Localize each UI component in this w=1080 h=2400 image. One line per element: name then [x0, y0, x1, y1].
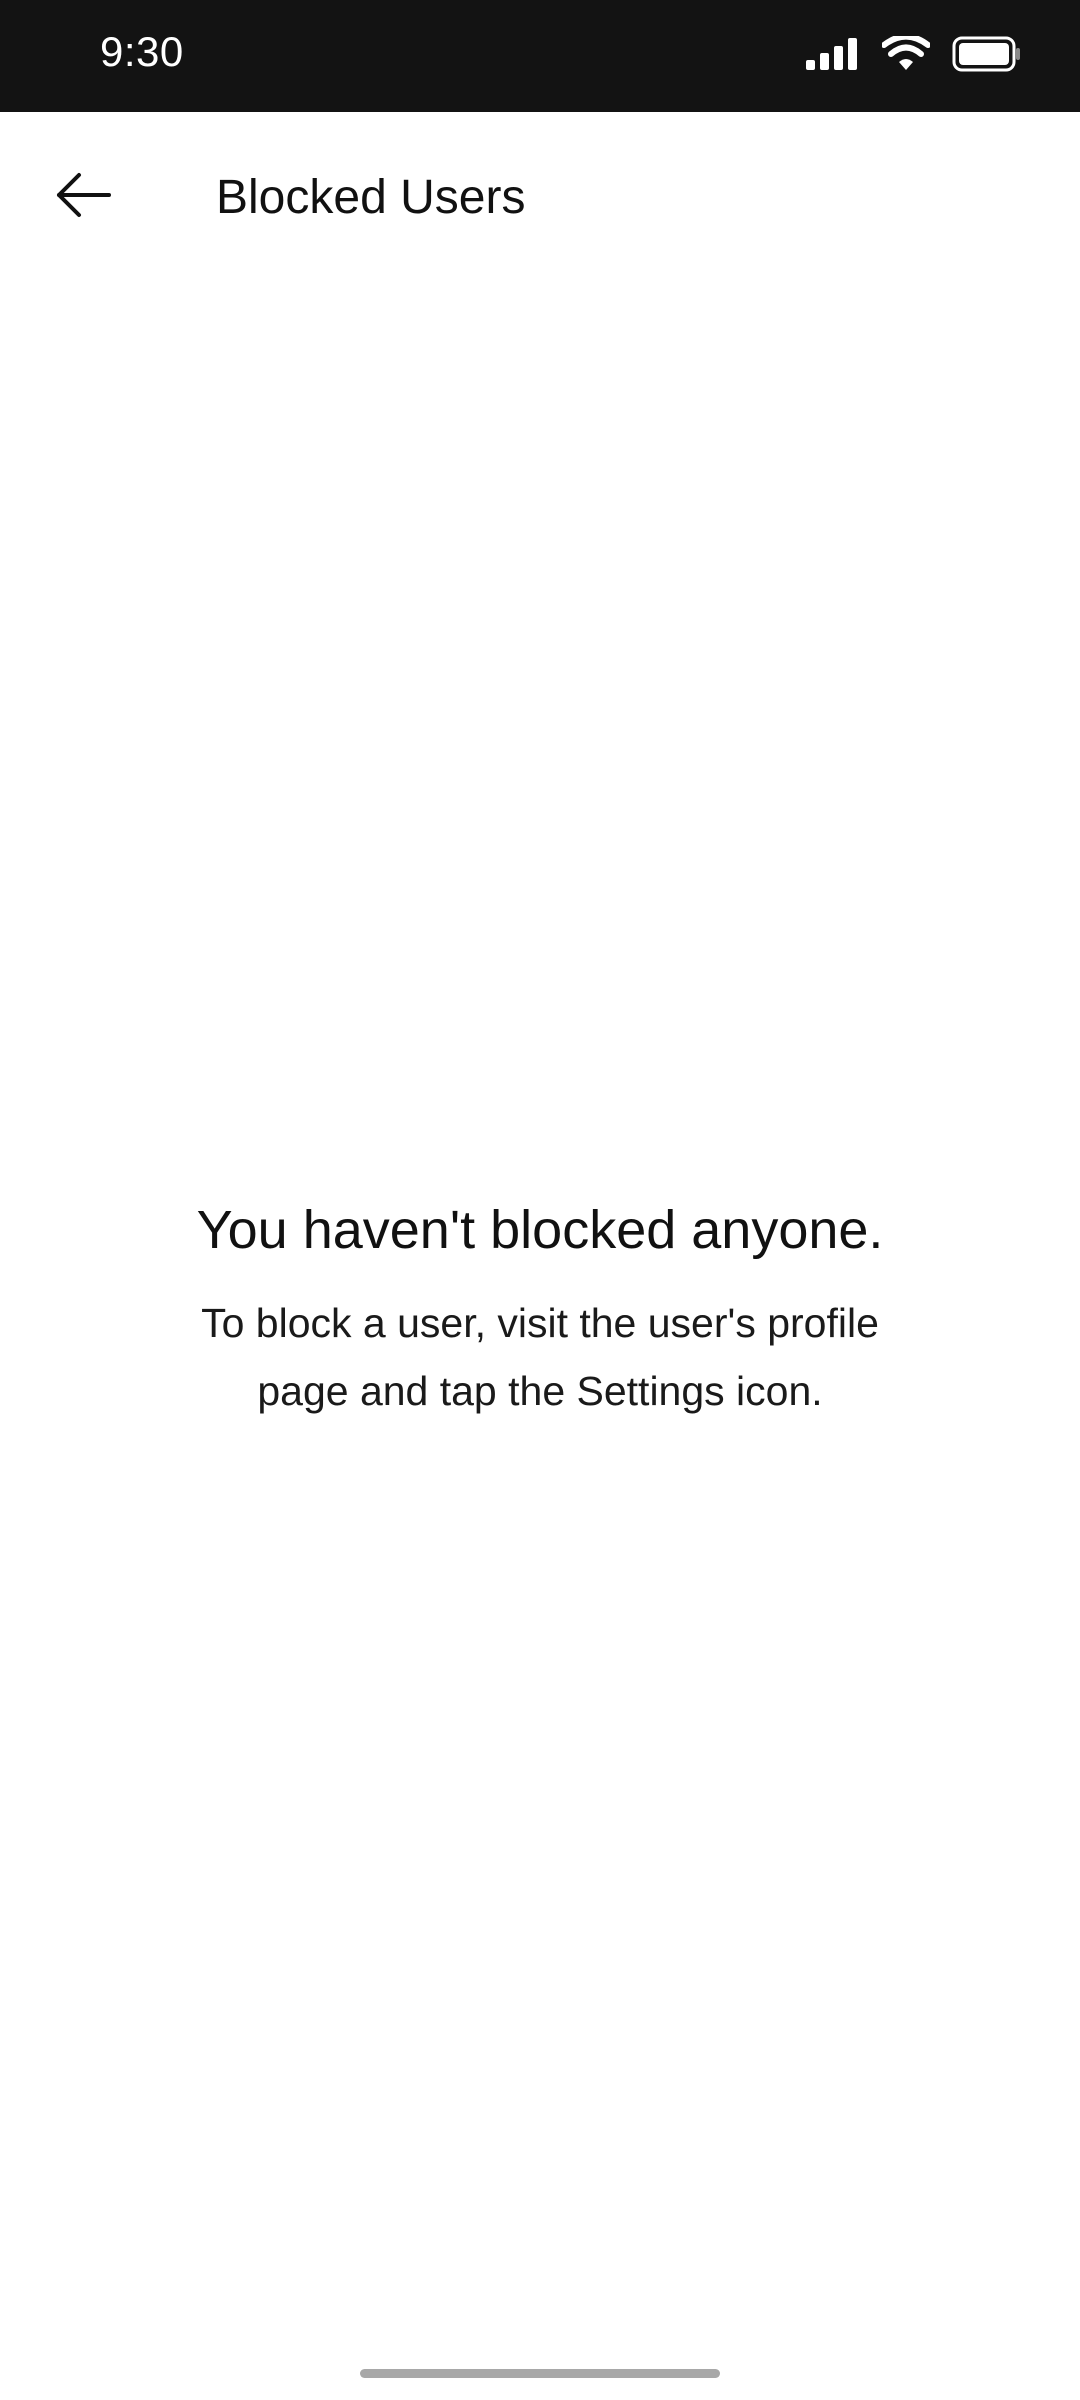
battery-icon: [952, 36, 1022, 77]
status-icons: [806, 33, 1022, 78]
page-title: Blocked Users: [216, 171, 526, 224]
empty-state-message: To block a user, visit the user's profil…: [201, 1300, 879, 1414]
home-indicator[interactable]: [360, 2369, 720, 2378]
status-bar: 9:30: [0, 0, 1080, 112]
signal-icon: [806, 37, 860, 75]
arrow-left-icon: [55, 171, 113, 224]
empty-state-heading: You haven't blocked anyone.: [196, 1200, 884, 1260]
empty-state: You haven't blocked anyone. To block a u…: [140, 1195, 940, 1425]
app-bar: Blocked Users: [0, 112, 1080, 282]
wifi-icon: [881, 33, 931, 77]
back-button[interactable]: [36, 157, 132, 237]
status-time: 9:30: [100, 28, 184, 75]
